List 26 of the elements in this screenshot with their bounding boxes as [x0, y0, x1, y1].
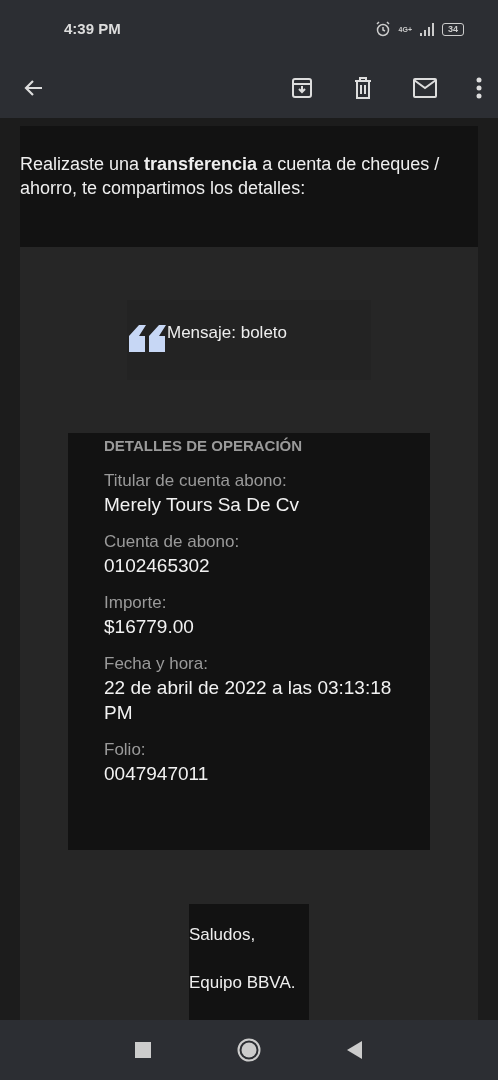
archive-button[interactable] [290, 76, 314, 100]
signature-text: Saludos, [189, 924, 257, 946]
field-label: Fecha y hora: [104, 652, 209, 675]
field-value: 0102465302 [104, 553, 211, 578]
status-time: 4:39 PM [64, 18, 121, 39]
alarm-icon [374, 21, 391, 37]
message-text: Mensaje: boleto [167, 322, 288, 344]
intro-text: Realizaste una transferencia a cuenta de cheques / ahorro, te compartimos los detalles: [20, 153, 441, 200]
home-button[interactable] [237, 1038, 261, 1062]
field-label: Cuenta de abono: [104, 530, 241, 553]
field-label: Folio: [104, 738, 147, 761]
details-heading: DETALLES DE OPERACIÓN [104, 436, 304, 456]
field-value: $16779.00 [104, 614, 195, 639]
more-options-button[interactable] [476, 77, 482, 99]
delete-button[interactable] [352, 76, 374, 100]
field-value: 22 de abril de 2022 a las 03:13:18 PM [104, 675, 393, 725]
back-nav-button[interactable] [347, 1041, 363, 1059]
field-label: Titular de cuenta abono: [104, 469, 288, 492]
field-value: 0047947011 [104, 761, 210, 786]
field-value: Merely Tours Sa De Cv [104, 492, 300, 517]
quote-icon [127, 322, 167, 352]
battery-indicator: 34 [442, 22, 464, 36]
field-label: Importe: [104, 591, 168, 614]
signal-icon [420, 22, 434, 36]
mail-button[interactable] [412, 77, 438, 99]
signature-text: Equipo BBVA. [189, 971, 297, 994]
